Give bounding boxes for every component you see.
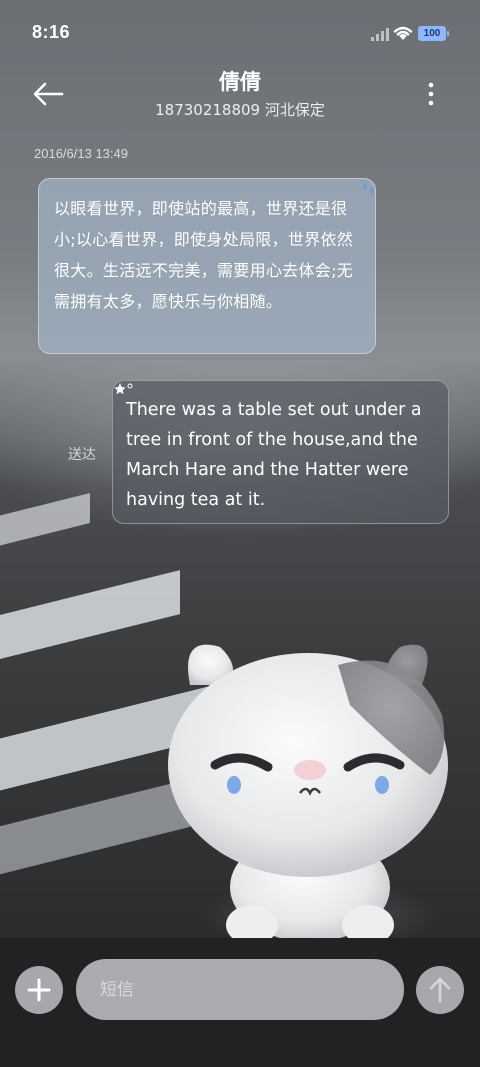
status-bar: 8:16 100 xyxy=(0,0,480,66)
outgoing-message-text: There was a table set out under a tree i… xyxy=(126,400,422,510)
plus-icon xyxy=(27,978,51,1002)
incoming-message-bubble[interactable]: 以眼看世界，即使站的最高，世界还是很小;以心看世界，即使身处局限，世界依然很大。… xyxy=(38,178,376,354)
crosswalk-stripe xyxy=(0,570,180,674)
add-attachment-button[interactable] xyxy=(15,966,63,1014)
message-timestamp: 2016/6/13 13:49 xyxy=(34,146,128,161)
incoming-message-text: 以眼看世界，即使站的最高，世界还是很小;以心看世界，即使身处局限，世界依然很大。… xyxy=(54,199,354,311)
message-input[interactable] xyxy=(76,959,404,1020)
status-time: 8:16 xyxy=(32,22,71,42)
wifi-icon xyxy=(393,26,413,40)
crying-kitten-illustration xyxy=(168,644,448,938)
sparkle-decoration-icon xyxy=(114,383,133,395)
contact-name: 倩倩 xyxy=(219,70,261,94)
send-button[interactable] xyxy=(416,966,464,1014)
more-vertical-icon xyxy=(428,82,434,106)
battery-indicator: 100 xyxy=(418,26,449,41)
raindrop-decoration-icon xyxy=(363,183,374,194)
delivery-status: 送达 xyxy=(68,447,96,463)
outgoing-message-bubble[interactable]: There was a table set out under a tree i… xyxy=(112,380,449,524)
more-options-button[interactable] xyxy=(418,78,444,110)
arrow-up-icon xyxy=(429,977,451,1003)
contact-detail: 18730218809 河北保定 xyxy=(155,101,325,119)
cellular-signal-icon xyxy=(371,28,389,41)
